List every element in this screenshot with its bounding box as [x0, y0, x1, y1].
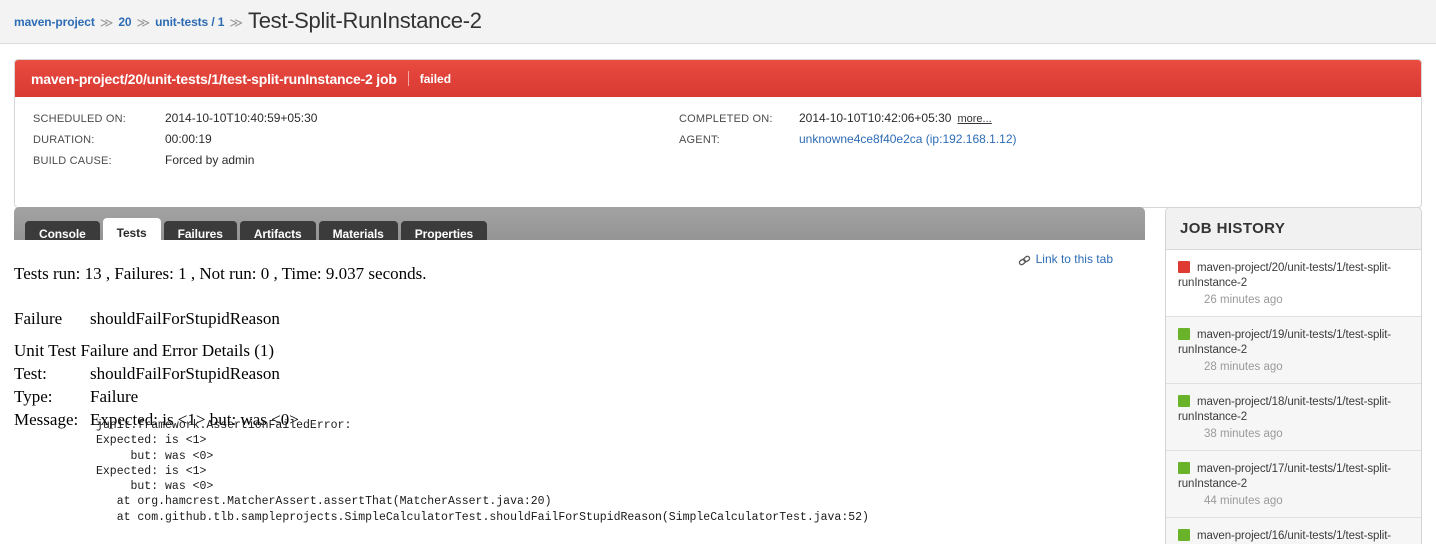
link-to-this-tab-label: Link to this tab: [1035, 252, 1113, 266]
job-info-left-column: SCHEDULED ON: 2014-10-10T10:40:59+05:30 …: [33, 111, 317, 174]
job-info-grid: SCHEDULED ON: 2014-10-10T10:40:59+05:30 …: [15, 97, 1421, 207]
job-status-banner: maven-project/20/unit-tests/1/test-split…: [15, 60, 1421, 97]
tests-tab-content: Link to this tab Tests run: 13 , Failure…: [14, 240, 1145, 544]
job-history-entry-time: 38 minutes ago: [1204, 428, 1283, 440]
detail-value-type: Failure: [90, 387, 139, 406]
link-icon: [1018, 254, 1031, 267]
status-square-passed-icon: [1178, 395, 1190, 407]
completed-on-value: 2014-10-10T10:42:06+05:30: [799, 111, 952, 125]
status-square-passed-icon: [1178, 328, 1190, 340]
link-to-this-tab[interactable]: Link to this tab: [1018, 252, 1113, 266]
job-history-entry-time: 28 minutes ago: [1204, 361, 1283, 373]
status-square-failed-icon: [1178, 261, 1190, 273]
list-item[interactable]: maven-project/16/unit-tests/1/test-split…: [1166, 518, 1421, 544]
breadcrumb-separator: ≫: [99, 15, 114, 30]
stack-trace: junit.framework.AssertionFailedError: Ex…: [96, 419, 869, 524]
job-history-entry-name: maven-project/19/unit-tests/1/test-split…: [1178, 328, 1392, 356]
job-history-entry-time: 44 minutes ago: [1204, 495, 1283, 507]
failure-heading-label: Failure: [14, 309, 63, 328]
detail-key-type: Type:: [14, 387, 53, 406]
job-history-entry-name: maven-project/17/unit-tests/1/test-split…: [1178, 462, 1392, 490]
job-history-entry-time: 26 minutes ago: [1204, 294, 1283, 306]
info-row-scheduled-on: SCHEDULED ON: 2014-10-10T10:40:59+05:30: [33, 111, 317, 132]
info-row-completed-on: COMPLETED ON: 2014-10-10T10:42:06+05:30 …: [679, 111, 1017, 132]
job-history-entry-name: maven-project/20/unit-tests/1/test-split…: [1178, 261, 1392, 289]
list-item[interactable]: maven-project/20/unit-tests/1/test-split…: [1166, 250, 1421, 317]
detail-row-type: Type: Failure: [14, 385, 299, 408]
build-cause-label: BUILD CAUSE:: [33, 155, 112, 167]
agent-label: AGENT:: [679, 134, 720, 146]
list-item[interactable]: maven-project/19/unit-tests/1/test-split…: [1166, 317, 1421, 384]
job-history-header: JOB HISTORY: [1166, 208, 1421, 250]
page-title: Test-Split-RunInstance-2: [248, 8, 482, 33]
breadcrumb-item-stage[interactable]: unit-tests / 1: [155, 15, 224, 29]
breadcrumb-item-label[interactable]: 20: [118, 15, 131, 29]
banner-divider: [407, 71, 409, 86]
list-item[interactable]: maven-project/18/unit-tests/1/test-split…: [1166, 384, 1421, 451]
breadcrumb: maven-project ≫ 20 ≫ unit-tests / 1 ≫ Te…: [14, 0, 482, 44]
duration-value: 00:00:19: [165, 132, 212, 146]
job-history-sidebar: JOB HISTORY maven-project/20/unit-tests/…: [1165, 207, 1422, 544]
detail-row-test: Test: shouldFailForStupidReason: [14, 362, 299, 385]
info-row-build-cause: BUILD CAUSE: Forced by admin: [33, 153, 317, 174]
build-cause-value: Forced by admin: [165, 153, 255, 167]
job-history-entry-name: maven-project/16/unit-tests/1/test-split…: [1178, 527, 1409, 544]
page-root: maven-project ≫ 20 ≫ unit-tests / 1 ≫ Te…: [0, 0, 1436, 544]
breadcrumb-separator: ≫: [229, 15, 243, 30]
job-summary-panel: maven-project/20/unit-tests/1/test-split…: [14, 59, 1422, 208]
top-header-bar: maven-project ≫ 20 ≫ unit-tests / 1 ≫ Te…: [0, 0, 1436, 44]
failure-heading-name: shouldFailForStupidReason: [90, 309, 280, 328]
tests-run-summary: Tests run: 13 , Failures: 1 , Not run: 0…: [14, 264, 427, 283]
status-square-passed-icon: [1178, 462, 1190, 474]
info-row-duration: DURATION: 00:00:19: [33, 132, 317, 153]
failure-heading: Failure shouldFailForStupidReason: [14, 309, 280, 329]
breadcrumb-item-pipeline[interactable]: maven-project: [14, 15, 95, 29]
completed-on-label: COMPLETED ON:: [679, 113, 773, 125]
job-history-title: JOB HISTORY: [1180, 220, 1286, 237]
status-badge: failed: [419, 71, 452, 86]
job-banner-title: maven-project/20/unit-tests/1/test-split…: [31, 70, 397, 87]
job-history-entry-name: maven-project/18/unit-tests/1/test-split…: [1178, 395, 1392, 423]
job-info-right-column: COMPLETED ON: 2014-10-10T10:42:06+05:30 …: [679, 111, 1017, 153]
info-row-agent: AGENT: unknowne4ce8f40e2ca (ip:192.168.1…: [679, 132, 1017, 153]
duration-label: DURATION:: [33, 134, 95, 146]
list-item[interactable]: maven-project/17/unit-tests/1/test-split…: [1166, 451, 1421, 518]
detail-key-test: Test:: [14, 364, 47, 383]
status-square-passed-icon: [1178, 529, 1190, 541]
detail-key-message: Message:: [14, 410, 79, 429]
agent-link[interactable]: unknowne4ce8f40e2ca (ip:192.168.1.12): [799, 132, 1017, 146]
scheduled-on-label: SCHEDULED ON:: [33, 113, 127, 125]
scheduled-on-value: 2014-10-10T10:40:59+05:30: [165, 111, 318, 125]
breadcrumb-separator: ≫: [136, 15, 151, 30]
failure-details-title: Unit Test Failure and Error Details (1): [14, 341, 275, 360]
more-link[interactable]: more...: [957, 113, 991, 125]
detail-value-test: shouldFailForStupidReason: [90, 364, 280, 383]
